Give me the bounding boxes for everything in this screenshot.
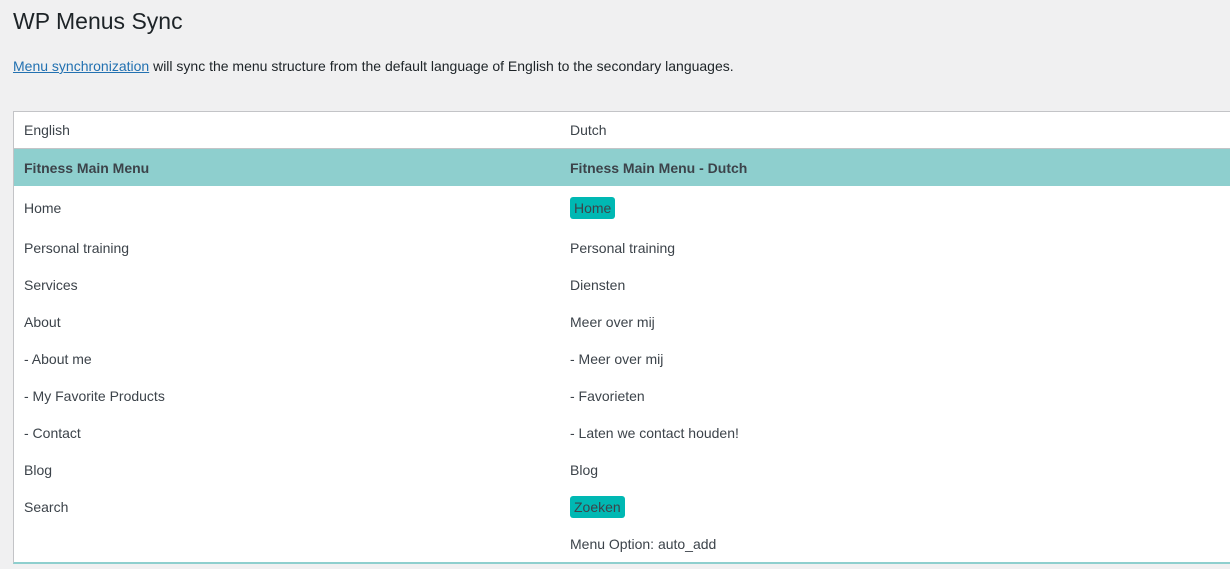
dutch-item-highlighted: Home (570, 196, 616, 219)
table-row: Menu Option: auto_add (14, 525, 1230, 562)
table-row: - About me - Meer over mij (14, 340, 1230, 377)
dutch-item-cell: Personal training (570, 240, 675, 256)
dutch-item-cell: Zoeken (570, 495, 625, 518)
dutch-item-highlighted: Zoeken (570, 495, 625, 518)
table-row: Blog Blog (14, 451, 1230, 488)
english-item: - About me (24, 350, 92, 367)
english-item: Home (24, 199, 62, 216)
dutch-item: Menu Option: auto_add (570, 535, 717, 552)
table-row: Personal training Personal training (14, 229, 1230, 266)
table-row: Services Diensten (14, 266, 1230, 303)
english-item: About (24, 313, 61, 330)
page-title: WP Menus Sync (13, 8, 183, 34)
english-item: - Contact (24, 424, 81, 441)
table-row: Home Home (14, 186, 1230, 229)
header-english: English (24, 122, 70, 138)
description: Menu synchronization will sync the menu … (13, 58, 734, 74)
dutch-item-cell: Meer over mij (570, 314, 655, 330)
dutch-item-cell: Home (570, 196, 616, 219)
menu-name-dutch: Fitness Main Menu - Dutch (570, 159, 748, 176)
header-dutch: Dutch (570, 122, 607, 138)
menu-name-english: Fitness Main Menu (24, 159, 150, 176)
menus-sync-table: English Dutch Fitness Main Menu Fitness … (13, 111, 1230, 564)
dutch-item: - Favorieten (570, 387, 645, 404)
english-item: Search (24, 498, 69, 515)
table-row: About Meer over mij (14, 303, 1230, 340)
dutch-item: Meer over mij (570, 313, 655, 330)
english-item: Blog (24, 461, 53, 478)
dutch-item-cell: - Meer over mij (570, 351, 663, 367)
dutch-item: Personal training (570, 239, 676, 256)
table-row: - Contact - Laten we contact houden! (14, 414, 1230, 451)
english-item: Personal training (24, 239, 130, 256)
dutch-item-cell: - Favorieten (570, 388, 645, 404)
menu-sync-link[interactable]: Menu synchronization (13, 58, 149, 74)
dutch-item: - Meer over mij (570, 350, 664, 367)
menu-name-row: Fitness Main Menu Fitness Main Menu - Du… (14, 149, 1230, 186)
dutch-item: - Laten we contact houden! (570, 424, 739, 441)
dutch-item-cell: Blog (570, 462, 598, 478)
dutch-item-cell: - Laten we contact houden! (570, 425, 739, 441)
table-header: English Dutch (14, 112, 1230, 149)
dutch-item: Blog (570, 461, 599, 478)
table-row: - My Favorite Products - Favorieten (14, 377, 1230, 414)
dutch-item-cell: Diensten (570, 277, 625, 293)
table-row: Search Zoeken (14, 488, 1230, 525)
english-item: - My Favorite Products (24, 387, 165, 404)
dutch-item: Diensten (570, 276, 626, 293)
description-text: will sync the menu structure from the de… (149, 58, 734, 74)
dutch-item-cell: Menu Option: auto_add (570, 536, 716, 552)
english-item: Services (24, 276, 78, 293)
